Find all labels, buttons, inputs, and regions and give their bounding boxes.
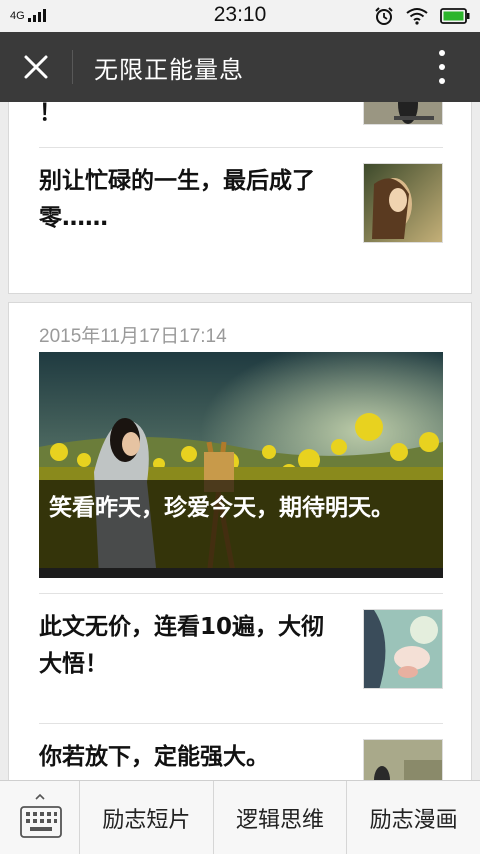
more-options-button[interactable]	[434, 50, 450, 84]
more-dot-icon	[439, 50, 445, 56]
article-card: 2015年11月17日17:14 笑看昨天，珍爱今天，期待明天。 此文无价，连看…	[8, 302, 472, 780]
close-button[interactable]	[18, 49, 54, 85]
status-bar: 4G 23:10	[0, 0, 480, 32]
title-bar: 无限正能量息	[0, 32, 480, 102]
message-feed[interactable]: ！ 别让忙碌的一生，最后成了零…… 2015年11月17日17:14 笑看昨天，…	[0, 102, 480, 780]
list-item[interactable]: 别让忙碌的一生，最后成了零……	[39, 163, 443, 283]
article-title: 你若放下，定能强大。	[39, 744, 269, 770]
article-title: ！	[39, 102, 62, 126]
hero-strip	[39, 568, 443, 578]
title-divider	[72, 50, 73, 84]
message-date: 2015年11月17日17:14	[39, 326, 227, 347]
article-card: ！ 别让忙碌的一生，最后成了零……	[8, 102, 472, 294]
article-thumbnail	[363, 739, 443, 780]
article-thumbnail	[363, 163, 443, 243]
keyboard-icon	[20, 793, 62, 838]
list-item[interactable]: ！	[39, 102, 443, 143]
bottom-menu: 励志短片 逻辑思维 励志漫画	[0, 780, 480, 854]
list-item[interactable]: 此文无价，连看10遍，大彻大悟！	[39, 609, 443, 701]
menu-tab-comics[interactable]: 励志漫画	[347, 781, 480, 854]
keyboard-toggle-button[interactable]	[0, 781, 80, 854]
menu-tab-short-films[interactable]: 励志短片	[80, 781, 214, 854]
wifi-icon	[406, 8, 428, 25]
more-dot-icon	[439, 64, 445, 70]
article-title: 别让忙碌的一生，最后成了零……	[39, 168, 315, 231]
article-title: 此文无价，连看10遍，大彻大悟！	[39, 614, 325, 677]
hero-caption: 笑看昨天，珍爱今天，期待明天。	[39, 480, 443, 570]
page-title: 无限正能量息	[94, 56, 244, 84]
more-dot-icon	[439, 78, 445, 84]
divider	[39, 593, 443, 594]
article-thumbnail	[363, 102, 443, 125]
status-icons	[374, 6, 470, 26]
battery-icon	[440, 8, 470, 24]
divider	[39, 723, 443, 724]
menu-tab-logic-thinking[interactable]: 逻辑思维	[214, 781, 348, 854]
hero-article[interactable]: 笑看昨天，珍爱今天，期待明天。	[39, 352, 443, 578]
hero-title: 笑看昨天，珍爱今天，期待明天。	[49, 495, 394, 521]
alarm-clock-icon	[375, 7, 393, 25]
list-item[interactable]: 你若放下，定能强大。	[39, 739, 443, 780]
article-thumbnail	[363, 609, 443, 689]
divider	[39, 147, 443, 148]
close-icon	[24, 55, 48, 79]
